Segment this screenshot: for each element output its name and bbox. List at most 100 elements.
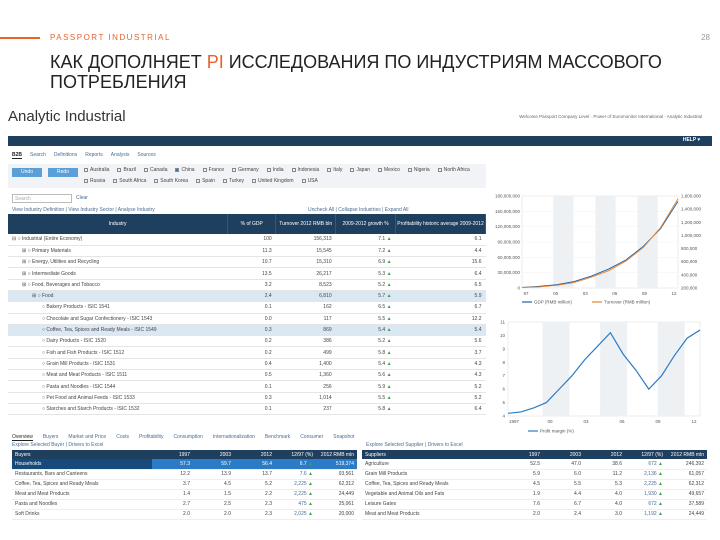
table-row[interactable]: Agriculture 52.5 47.0 38.6 672 ▲ 246,392 xyxy=(362,459,707,470)
table-row[interactable]: Restaurants, Bars and Canteens 12.2 13.9 13… xyxy=(12,469,357,480)
column-header[interactable]: 2012 RMB mln xyxy=(316,450,357,459)
nav-tab-b2b[interactable]: B2B xyxy=(12,152,23,159)
column-header[interactable]: Buyers xyxy=(12,450,152,459)
checkbox-icon[interactable] xyxy=(251,178,256,183)
country-option[interactable]: Canada xyxy=(143,167,167,173)
table-row[interactable]: ⊞ ○ Food 2.4 6,810 5.7 ▲ 5.9 xyxy=(8,290,486,303)
country-option[interactable]: Japan xyxy=(350,167,370,173)
checkbox-icon[interactable] xyxy=(175,167,180,172)
country-option[interactable]: Germany xyxy=(232,167,259,173)
table-row[interactable]: ○ Starches and Starch Products - ISIC 15… xyxy=(8,403,486,416)
bottom-tab[interactable]: Consumption xyxy=(173,434,202,441)
column-header[interactable]: 2012 xyxy=(584,450,625,459)
col-gdp[interactable]: % of GDP xyxy=(227,214,277,234)
nav-tab-analysis[interactable]: Analysis xyxy=(111,152,130,159)
table-row[interactable]: Households 57.3 59.7 56.4 6.7 ▲ 519,374 xyxy=(12,459,357,470)
column-header[interactable]: 1997 xyxy=(502,450,543,459)
column-header[interactable]: 12/97 (%) xyxy=(625,450,666,459)
country-option[interactable]: Turkey xyxy=(222,178,244,184)
checkbox-icon[interactable] xyxy=(117,167,122,172)
buyer-links[interactable]: Explore Selected Buyer | Drivers to Exce… xyxy=(12,442,103,448)
table-row[interactable]: ⊞ ○ Energy, Utilities and Recycling 10.7 1… xyxy=(8,256,486,269)
checkbox-icon[interactable] xyxy=(154,178,159,183)
checkbox-icon[interactable] xyxy=(84,178,88,183)
checkbox-icon[interactable] xyxy=(378,167,383,172)
supplier-links[interactable]: Explore Selected Supplier | Drivers to E… xyxy=(366,442,463,448)
table-row[interactable]: Pasta and Noodles 2.7 2.5 2.3 475 ▲ 25,061 xyxy=(12,499,357,510)
table-row[interactable]: ○ Pasta and Noodles - ISIC 1544 0.1 256 5.9… xyxy=(8,380,486,393)
table-row[interactable]: ○ Coffee, Tea, Spices and Ready Meals - … xyxy=(8,324,486,337)
country-option[interactable]: Spain xyxy=(196,178,215,184)
column-header[interactable]: 2012 xyxy=(234,450,275,459)
expand-links[interactable]: Uncheck All | Collapse Industries | Expa… xyxy=(308,207,408,213)
table-row[interactable]: ○ Meat and Meat Products - ISIC 1511 0.5 1… xyxy=(8,369,486,382)
table-row[interactable]: Soft Drinks 2.0 2.0 2.3 2,025 ▲ 20,000 xyxy=(12,509,357,520)
table-row[interactable]: ⊞ ○ Intermediate Goods 13.5 26,217 5.3 ▲ 6.4 xyxy=(8,267,486,280)
table-row[interactable]: Vegetable and Animal Oils and Fats 1.9 4.4… xyxy=(362,489,707,500)
bottom-tab[interactable]: Internationalization xyxy=(213,434,255,441)
column-header[interactable]: 2012 RMB mln xyxy=(666,450,707,459)
checkbox-icon[interactable] xyxy=(301,178,306,183)
table-row[interactable]: ⊞ ○ Primary Materials 11.3 15,545 7.2 ▲ 4.4 xyxy=(8,245,486,258)
country-option[interactable]: Italy xyxy=(327,167,342,173)
country-option[interactable]: China xyxy=(175,167,195,173)
bottom-tab[interactable]: Buyers xyxy=(43,434,59,441)
checkbox-icon[interactable] xyxy=(232,167,237,172)
table-row[interactable]: ○ Chocolate and Sugar Confectionery - IS… xyxy=(8,313,486,325)
redo-button[interactable]: Redo xyxy=(48,168,78,177)
nav-tab-sources[interactable]: Sources xyxy=(137,152,155,159)
country-option[interactable]: Nigeria xyxy=(407,167,430,173)
country-option[interactable]: North Africa xyxy=(437,167,470,173)
bottom-tab[interactable]: Profitability xyxy=(139,434,163,441)
checkbox-icon[interactable] xyxy=(291,167,296,172)
column-header[interactable]: 2003 xyxy=(543,450,584,459)
table-row[interactable]: ○ Pet Food and Animal Feeds - ISIC 1533 0… xyxy=(8,392,486,404)
checkbox-icon[interactable] xyxy=(113,178,118,183)
checkbox-icon[interactable] xyxy=(437,167,442,172)
search-input[interactable]: Search xyxy=(12,194,72,203)
checkbox-icon[interactable] xyxy=(196,178,201,183)
country-option[interactable]: Brazil xyxy=(117,167,136,173)
country-option[interactable]: South Africa xyxy=(113,178,146,184)
table-row[interactable]: ⊟ ○ Industrial (Entire Economy) 100 156,31… xyxy=(8,234,486,246)
country-option[interactable]: Australia xyxy=(84,167,109,173)
col-growth[interactable]: 2009-2012 growth % xyxy=(335,214,397,234)
checkbox-icon[interactable] xyxy=(327,167,332,172)
nav-tab-definitions[interactable]: Definitions xyxy=(54,152,77,159)
checkbox-icon[interactable] xyxy=(266,167,271,172)
checkbox-icon[interactable] xyxy=(350,167,355,172)
country-option[interactable]: Mexico xyxy=(378,167,400,173)
table-row[interactable]: Meat and Meat Products 1.4 1.5 2.2 2,225 ▲ 24… xyxy=(12,489,357,500)
col-industry[interactable]: Industry xyxy=(8,214,229,234)
bottom-tab[interactable]: Benchmark xyxy=(265,434,290,441)
country-option[interactable]: United Kingdom xyxy=(251,178,294,184)
table-row[interactable]: ⊞ ○ Food, Beverages and Tobacco 3.2 8,523 5… xyxy=(8,279,486,291)
column-header[interactable]: 12/97 (%) xyxy=(275,450,316,459)
nav-tab-search[interactable]: Search xyxy=(30,152,46,159)
nav-tab-reports[interactable]: Reports xyxy=(85,152,103,159)
bottom-tab[interactable]: Market and Price xyxy=(68,434,106,441)
help-button[interactable]: HELP ▾ xyxy=(683,137,700,143)
checkbox-icon[interactable] xyxy=(407,167,412,172)
checkbox-icon[interactable] xyxy=(84,167,88,172)
checkbox-icon[interactable] xyxy=(202,167,207,172)
col-profit[interactable]: Profitability historic average 2009-2012 xyxy=(395,214,486,234)
country-option[interactable]: USA xyxy=(301,178,318,184)
col-turnover[interactable]: Turnover 2012 RMB bln xyxy=(275,214,337,234)
country-option[interactable]: France xyxy=(202,167,224,173)
country-option[interactable]: India xyxy=(266,167,284,173)
column-header[interactable]: Suppliers xyxy=(362,450,502,459)
bottom-tab[interactable]: Overview xyxy=(12,434,33,441)
country-option[interactable]: Russia xyxy=(84,178,105,184)
table-row[interactable]: ○ Fish and Fish Products - ISIC 1512 0.2 4… xyxy=(8,346,486,359)
clear-link[interactable]: Clear xyxy=(76,195,88,201)
table-row[interactable]: ○ Grain Mill Products - ISIC 1531 0.4 1,40… xyxy=(8,358,486,371)
bottom-tab[interactable]: Costs xyxy=(116,434,129,441)
bottom-tab[interactable]: Snapshot xyxy=(333,434,354,441)
table-row[interactable]: Grain Mill Products 5.9 6.0 11.2 2,136 ▲ 61,0… xyxy=(362,469,707,480)
table-row[interactable]: ○ Bakery Products - ISIC 1541 0.1 162 6.5 ▲… xyxy=(8,301,486,314)
table-row[interactable]: Leisure Gates 7.6 6.7 4.0 672 ▲ 37,589 xyxy=(362,499,707,510)
checkbox-icon[interactable] xyxy=(222,178,227,183)
country-option[interactable]: South Korea xyxy=(154,178,188,184)
column-header[interactable]: 2003 xyxy=(193,450,234,459)
